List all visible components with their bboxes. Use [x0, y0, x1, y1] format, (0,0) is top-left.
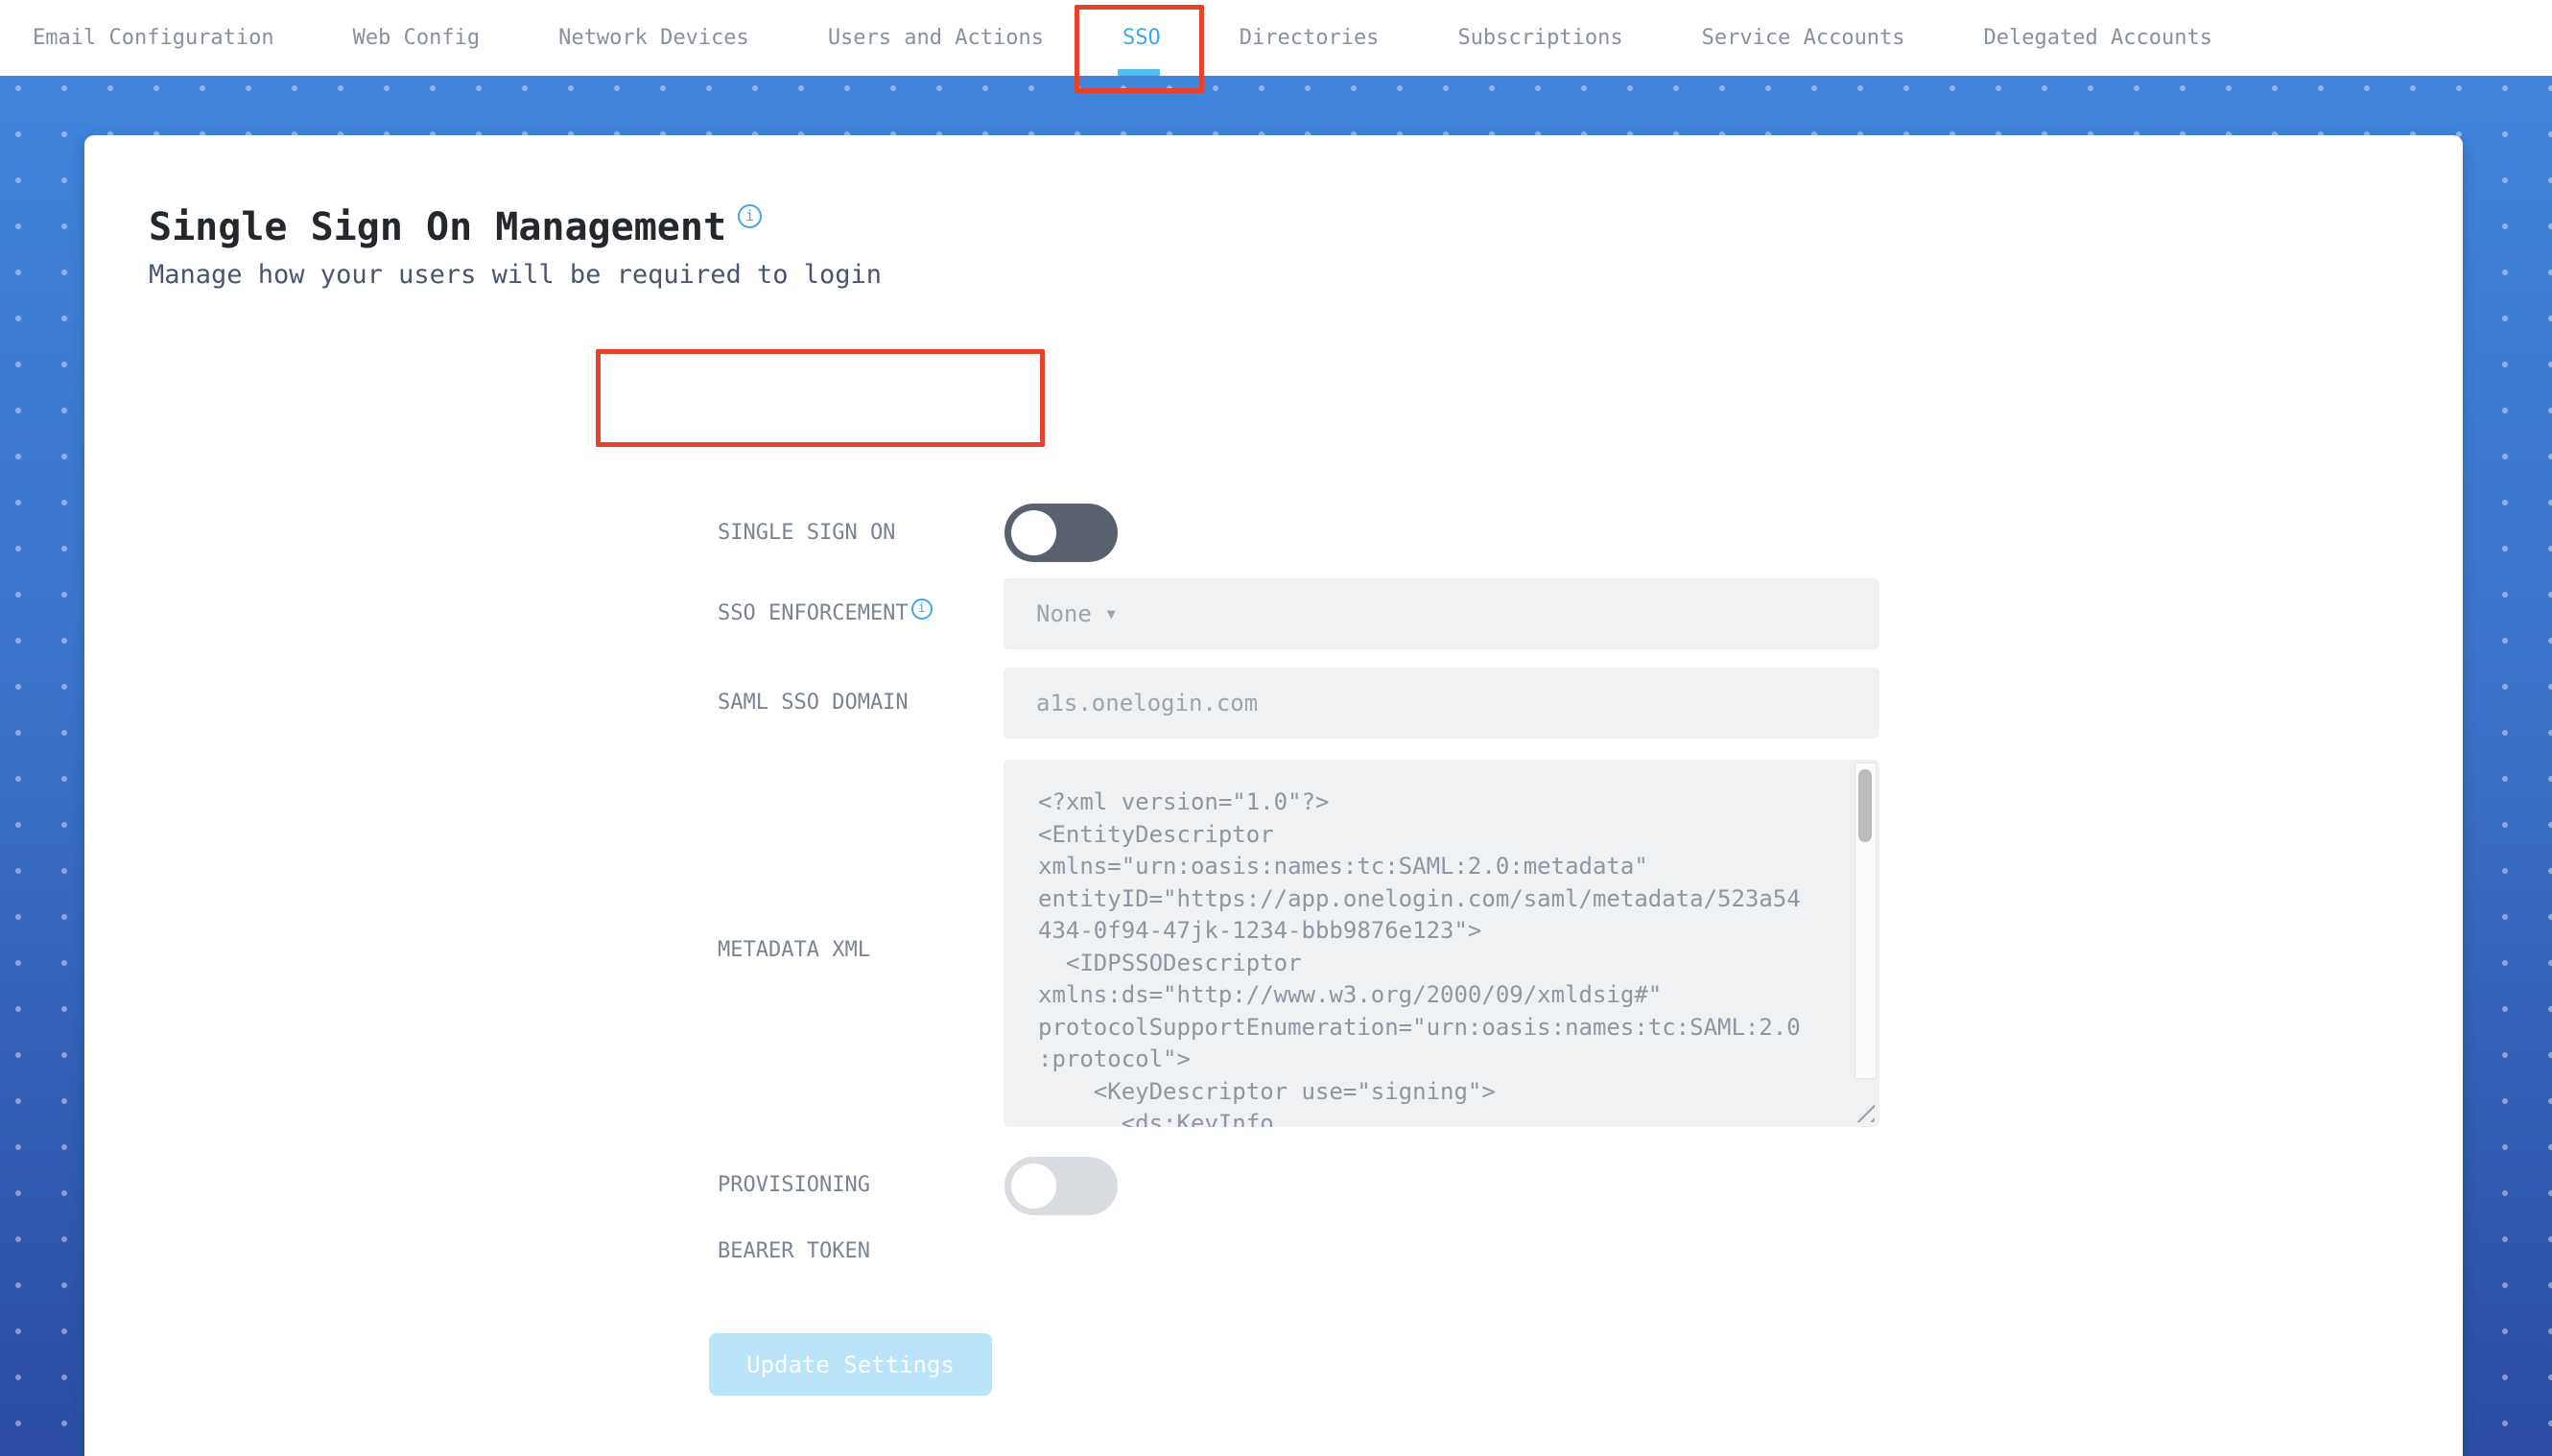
metadata-xml-content: <?xml version="1.0"?> <EntityDescriptor … [1038, 788, 1801, 1127]
saml-sso-domain-value: a1s.onelogin.com [1036, 690, 1259, 716]
tab-email-configuration[interactable]: Email Configuration [33, 26, 274, 50]
saml-sso-domain-input[interactable]: a1s.onelogin.com [1004, 668, 1879, 739]
metadata-xml-textarea[interactable]: <?xml version="1.0"?> <EntityDescriptor … [1004, 760, 1879, 1127]
tab-network-devices[interactable]: Network Devices [558, 26, 749, 50]
page-subtitle: Manage how your users will be required t… [149, 260, 883, 290]
screen: Email Configuration Web Config Network D… [0, 0, 2552, 1456]
tab-service-accounts[interactable]: Service Accounts [1702, 26, 1905, 50]
sso-enforcement-value: None [1036, 600, 1092, 627]
dropdown-arrow-icon: ▼ [1106, 605, 1116, 622]
tab-subscriptions[interactable]: Subscriptions [1457, 26, 1622, 50]
sso-enforcement-label: SSO ENFORCEMENT i [718, 599, 933, 627]
tab-users-and-actions[interactable]: Users and Actions [828, 26, 1044, 50]
tab-web-config[interactable]: Web Config [353, 26, 480, 50]
content-card: Single Sign On Management i Manage how y… [84, 135, 2463, 1456]
provisioning-label: PROVISIONING [718, 1173, 870, 1197]
provisioning-toggle[interactable] [1004, 1157, 1118, 1215]
active-tab-underline [1118, 69, 1160, 76]
bearer-token-label: BEARER TOKEN [718, 1239, 870, 1263]
xml-scrollbar-thumb[interactable] [1858, 769, 1872, 842]
single-sign-on-label: SINGLE SIGN ON [718, 521, 896, 545]
saml-sso-domain-label: SAML SSO DOMAIN [718, 691, 909, 715]
toggle-knob [1011, 1163, 1056, 1209]
sso-enforcement-select[interactable]: None ▼ [1004, 578, 1879, 649]
page-title: Single Sign On Management [149, 205, 727, 249]
top-nav: Email Configuration Web Config Network D… [0, 0, 2552, 76]
xml-scrollbar-track [1855, 763, 1877, 1079]
update-settings-button[interactable]: Update Settings [709, 1333, 992, 1396]
metadata-xml-label: METADATA XML [718, 938, 870, 962]
info-icon-sso-enforcement[interactable]: i [910, 599, 933, 620]
tab-delegated-accounts[interactable]: Delegated Accounts [1984, 26, 2212, 50]
info-icon[interactable]: i [738, 204, 763, 228]
sso-enforcement-label-text: SSO ENFORCEMENT [718, 601, 909, 625]
toggle-knob [1011, 510, 1056, 555]
tab-sso[interactable]: SSO [1122, 26, 1161, 50]
single-sign-on-toggle[interactable] [1004, 504, 1118, 562]
tab-directories[interactable]: Directories [1240, 26, 1380, 50]
page-title-row: Single Sign On Management i [149, 204, 763, 250]
